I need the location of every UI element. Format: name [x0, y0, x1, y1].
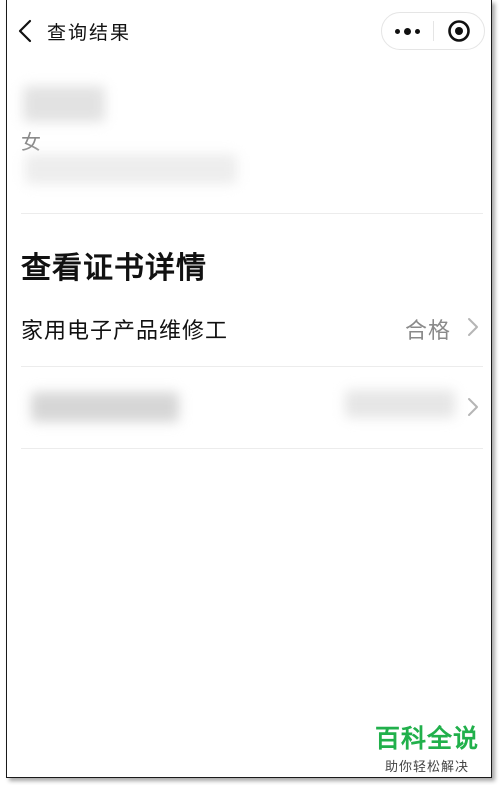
chevron-right-icon — [468, 398, 478, 416]
gender-value: 女 — [21, 130, 41, 154]
mini-program-capsule — [381, 12, 485, 50]
redacted-name — [23, 86, 105, 122]
row-divider — [21, 448, 483, 449]
back-arrow-icon — [18, 19, 32, 43]
redacted-id-number — [25, 154, 237, 184]
certificate-status: 合格 — [404, 319, 451, 344]
target-close-icon — [447, 20, 470, 42]
certificate-row[interactable]: 家用电子产品维修工 合格 — [7, 296, 491, 360]
row-divider — [21, 366, 483, 367]
redacted-certificate-status — [345, 390, 455, 418]
more-button[interactable] — [382, 13, 433, 49]
certificate-section-title: 查看证书详情 — [21, 251, 207, 286]
certificate-row[interactable] — [7, 376, 491, 440]
watermark-subtitle: 助你轻松解决 — [384, 760, 469, 775]
chevron-right-icon — [468, 318, 478, 336]
navigation-bar: 查询结果 — [7, 0, 491, 62]
watermark-logo: 百科全说 助你轻松解决 — [375, 724, 479, 775]
certificate-name: 家用电子产品维修工 — [21, 319, 229, 344]
back-button[interactable] — [11, 14, 39, 48]
profile-divider — [21, 213, 483, 214]
app-frame: 查询结果 女 查看证书详情 家用电子产品维修工 合格 百科全说 助你轻松解决 — [6, 0, 492, 778]
redacted-certificate-name — [31, 392, 179, 422]
more-dots-icon — [394, 27, 420, 35]
close-button[interactable] — [434, 13, 485, 49]
watermark-title: 百科全说 — [374, 724, 479, 753]
page-title: 查询结果 — [47, 22, 132, 44]
